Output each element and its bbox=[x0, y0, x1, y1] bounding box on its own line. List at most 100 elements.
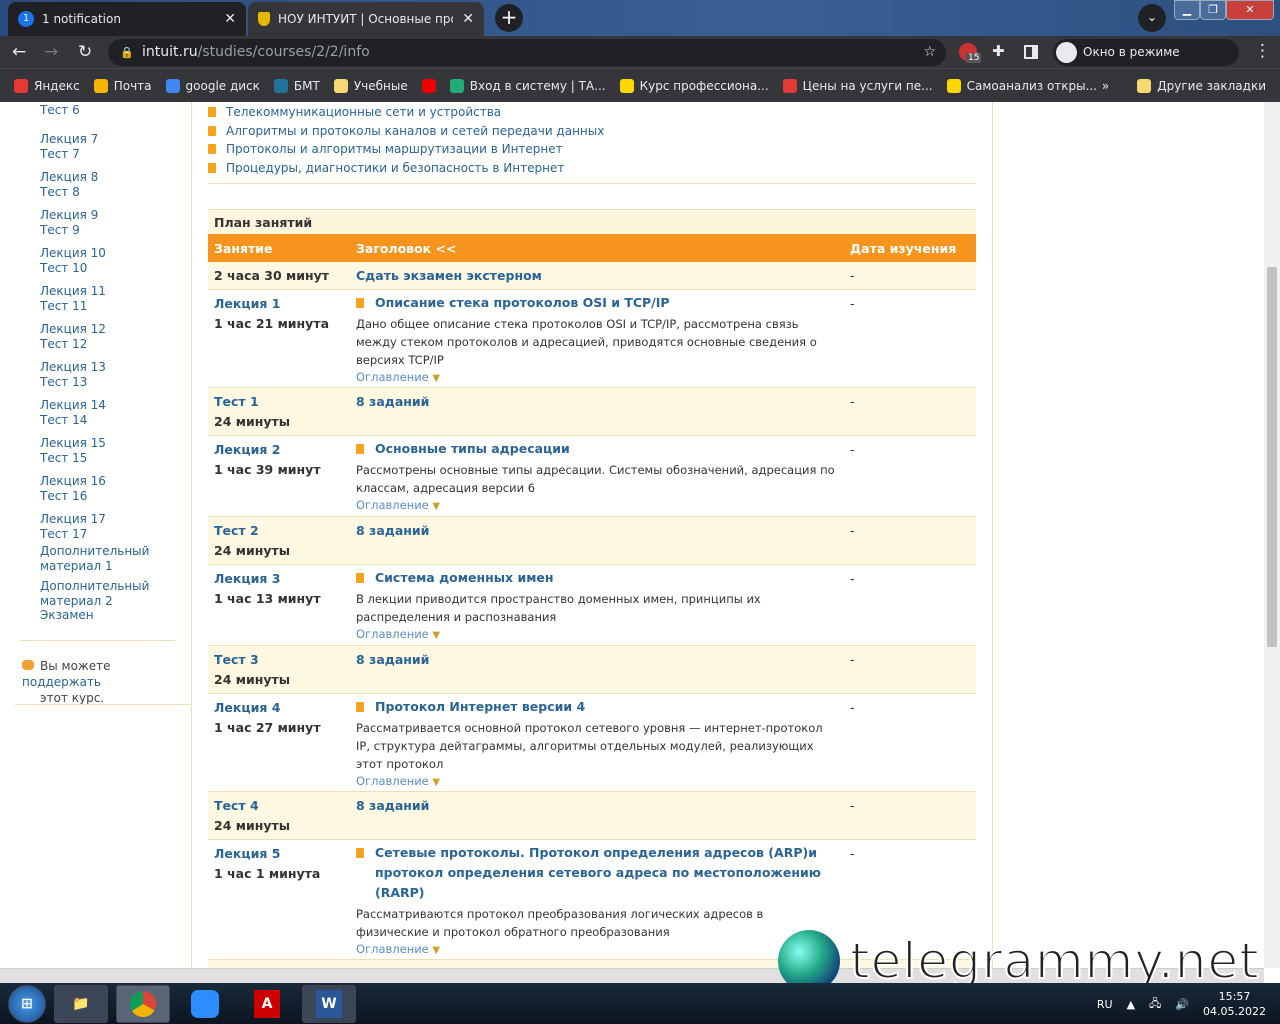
maximize-button[interactable]: ❐ bbox=[1200, 0, 1226, 20]
exam-link[interactable]: Сдать экзамен экстерном bbox=[356, 268, 542, 283]
sidebar-link[interactable]: Тест 12 bbox=[40, 337, 87, 352]
sidebar-link[interactable]: Лекция 15 bbox=[40, 436, 106, 451]
sidebar-link[interactable]: Тест 15 bbox=[40, 451, 87, 466]
lecture-link[interactable]: Лекция 2 bbox=[214, 442, 344, 457]
close-tab-icon[interactable]: ✕ bbox=[224, 11, 236, 27]
test-tasks-link[interactable]: 8 заданий bbox=[356, 798, 429, 813]
sidebar-link[interactable]: Лекция 8 bbox=[40, 170, 98, 185]
address-bar[interactable]: 🔒 intuit.ru/studies/courses/2/2/info ☆ bbox=[108, 39, 946, 66]
sidebar-link[interactable]: Тест 17 bbox=[40, 527, 87, 542]
sidebar-link[interactable]: Лекция 12 bbox=[40, 322, 106, 337]
bookmark-item[interactable]: Почта bbox=[93, 78, 152, 93]
sidebar-link[interactable]: Тест 14 bbox=[40, 413, 87, 428]
bookmark-item[interactable] bbox=[421, 78, 436, 93]
lecture-link[interactable]: Лекция 1 bbox=[214, 296, 344, 311]
lecture-title-link[interactable]: Сетевые протоколы. Протокол определения … bbox=[375, 843, 838, 903]
header-title[interactable]: Заголовок << bbox=[350, 233, 844, 262]
sidebar-link[interactable]: Лекция 9 bbox=[40, 208, 98, 223]
lecture-title-link[interactable]: Описание стека протоколов OSI и TCP/IP bbox=[375, 293, 670, 313]
bookmark-star-icon[interactable]: ☆ bbox=[923, 39, 936, 66]
lecture-title-link[interactable]: Протокол Интернет версии 4 bbox=[375, 697, 585, 717]
course-link[interactable]: Алгоритмы и протоколы каналов и сетей пе… bbox=[208, 122, 976, 141]
start-button[interactable]: ⊞ bbox=[8, 984, 46, 1023]
lecture-title-link[interactable]: Система доменных имен bbox=[375, 568, 554, 588]
test-tasks-link[interactable]: 8 заданий bbox=[356, 652, 429, 667]
sidebar-link[interactable]: Тест 6 bbox=[40, 103, 80, 118]
bookmark-item[interactable]: БМТ bbox=[273, 78, 320, 93]
vertical-scrollbar[interactable] bbox=[1264, 102, 1280, 968]
show-hidden-icons[interactable]: ▲ bbox=[1127, 998, 1135, 1011]
lecture-link[interactable]: Лекция 3 bbox=[214, 571, 344, 586]
bookmark-item[interactable]: Яндекс bbox=[14, 78, 80, 93]
extensions-icon[interactable]: ✚ bbox=[992, 42, 1005, 60]
lecture-link[interactable]: Лекция 4 bbox=[214, 700, 344, 715]
header-date[interactable]: Дата изучения bbox=[844, 233, 976, 262]
incognito-indicator[interactable]: Окно в режиме инкогнито bbox=[1053, 39, 1239, 86]
sidebar-link[interactable]: Тест 8 bbox=[40, 185, 80, 200]
sidebar-link[interactable]: Лекция 13 bbox=[40, 360, 106, 375]
minimize-button[interactable]: ▁ bbox=[1174, 0, 1200, 20]
sidebar-link[interactable]: Лекция 16 bbox=[40, 474, 106, 489]
sidebar-link[interactable]: Тест 7 bbox=[40, 147, 80, 162]
reload-icon[interactable]: ↻ bbox=[78, 42, 92, 62]
test-link[interactable]: Тест 3 bbox=[214, 652, 344, 667]
course-link[interactable]: Протоколы и алгоритмы маршрутизации в Ин… bbox=[208, 140, 976, 159]
bookmark-item[interactable]: Цены на услуги пе... bbox=[782, 78, 933, 93]
forward-icon[interactable]: → bbox=[44, 42, 58, 62]
tab-notification[interactable]: 1 1 notification ✕ bbox=[8, 2, 246, 36]
lecture-link[interactable]: Лекция 5 bbox=[214, 846, 344, 861]
tab-search-button[interactable]: ⌄ bbox=[1138, 4, 1166, 32]
close-window-button[interactable]: ✕ bbox=[1226, 0, 1274, 20]
sidebar-link[interactable]: Тест 16 bbox=[40, 489, 87, 504]
sidebar-exam[interactable]: Экзамен bbox=[40, 608, 150, 623]
other-bookmarks-folder[interactable]: Другие закладки bbox=[1137, 78, 1266, 93]
sidebar-link[interactable]: Тест 10 bbox=[40, 261, 87, 276]
bookmark-item[interactable]: Самоанализ откры... bbox=[946, 78, 1097, 93]
side-panel-icon[interactable] bbox=[1024, 45, 1038, 59]
sidebar-link[interactable]: Лекция 17 bbox=[40, 512, 106, 527]
sidebar-link[interactable]: Лекция 7 bbox=[40, 132, 98, 147]
course-link[interactable]: Телекоммуникационные сети и устройства bbox=[208, 103, 976, 122]
sidebar-link[interactable]: Тест 9 bbox=[40, 223, 80, 238]
bookmark-item[interactable]: Курс профессиона... bbox=[619, 78, 769, 93]
toc-toggle[interactable]: Оглавление ▼ bbox=[356, 773, 838, 791]
test-link[interactable]: Тест 4 bbox=[214, 798, 344, 813]
scrollbar-thumb[interactable] bbox=[1267, 267, 1277, 647]
bookmark-item[interactable]: Учебные bbox=[333, 78, 408, 93]
more-bookmarks-button[interactable]: » bbox=[1102, 79, 1109, 93]
new-tab-button[interactable]: + bbox=[495, 4, 523, 32]
toc-toggle[interactable]: Оглавление ▼ bbox=[356, 497, 838, 515]
tab-intuit[interactable]: НОУ ИНТУИТ | Основные прото ✕ bbox=[248, 2, 484, 36]
test-link[interactable]: Тест 2 bbox=[214, 523, 344, 538]
support-link[interactable]: поддержать bbox=[22, 675, 101, 689]
header-lesson[interactable]: Занятие bbox=[208, 233, 350, 262]
network-icon[interactable]: 🖧 bbox=[1149, 995, 1161, 1014]
language-indicator[interactable]: RU bbox=[1097, 998, 1113, 1011]
sidebar-extra-material-2[interactable]: Дополнительный материал 2 bbox=[40, 579, 150, 609]
test-tasks-link[interactable]: 8 заданий bbox=[356, 523, 429, 538]
back-icon[interactable]: ← bbox=[12, 42, 26, 62]
clock[interactable]: 15:57 04.05.2022 bbox=[1203, 989, 1266, 1019]
acrobat-taskbar-icon[interactable]: A bbox=[240, 985, 294, 1023]
explorer-taskbar-icon[interactable]: 📁 bbox=[54, 984, 108, 1023]
test-tasks-link[interactable]: 8 заданий bbox=[356, 394, 429, 409]
sidebar-link[interactable]: Лекция 11 bbox=[40, 284, 106, 299]
test-link[interactable]: Тест 1 bbox=[214, 394, 344, 409]
lecture-title-link[interactable]: Основные типы адресации bbox=[375, 439, 570, 459]
toc-toggle[interactable]: Оглавление ▼ bbox=[356, 941, 838, 959]
word-taskbar-icon[interactable]: W bbox=[302, 984, 356, 1023]
bookmark-item[interactable]: Вход в систему | ТА... bbox=[449, 78, 606, 93]
sidebar-link[interactable]: Лекция 10 bbox=[40, 246, 106, 261]
chrome-taskbar-icon[interactable] bbox=[116, 984, 170, 1023]
course-link[interactable]: Процедуры, диагностики и безопасность в … bbox=[208, 159, 976, 178]
sidebar-extra-material-1[interactable]: Дополнительный материал 1 bbox=[40, 544, 150, 574]
volume-icon[interactable]: 🔊 bbox=[1175, 998, 1189, 1011]
sidebar-link[interactable]: Тест 11 bbox=[40, 299, 87, 314]
toc-toggle[interactable]: Оглавление ▼ bbox=[356, 369, 838, 387]
sidebar-link[interactable]: Тест 13 bbox=[40, 375, 87, 390]
toc-toggle[interactable]: Оглавление ▼ bbox=[356, 626, 838, 644]
close-tab-icon[interactable]: ✕ bbox=[462, 11, 474, 27]
sidebar-link[interactable]: Лекция 14 bbox=[40, 398, 106, 413]
zoom-taskbar-icon[interactable] bbox=[178, 985, 232, 1023]
menu-icon[interactable]: ⋮ bbox=[1254, 41, 1271, 61]
